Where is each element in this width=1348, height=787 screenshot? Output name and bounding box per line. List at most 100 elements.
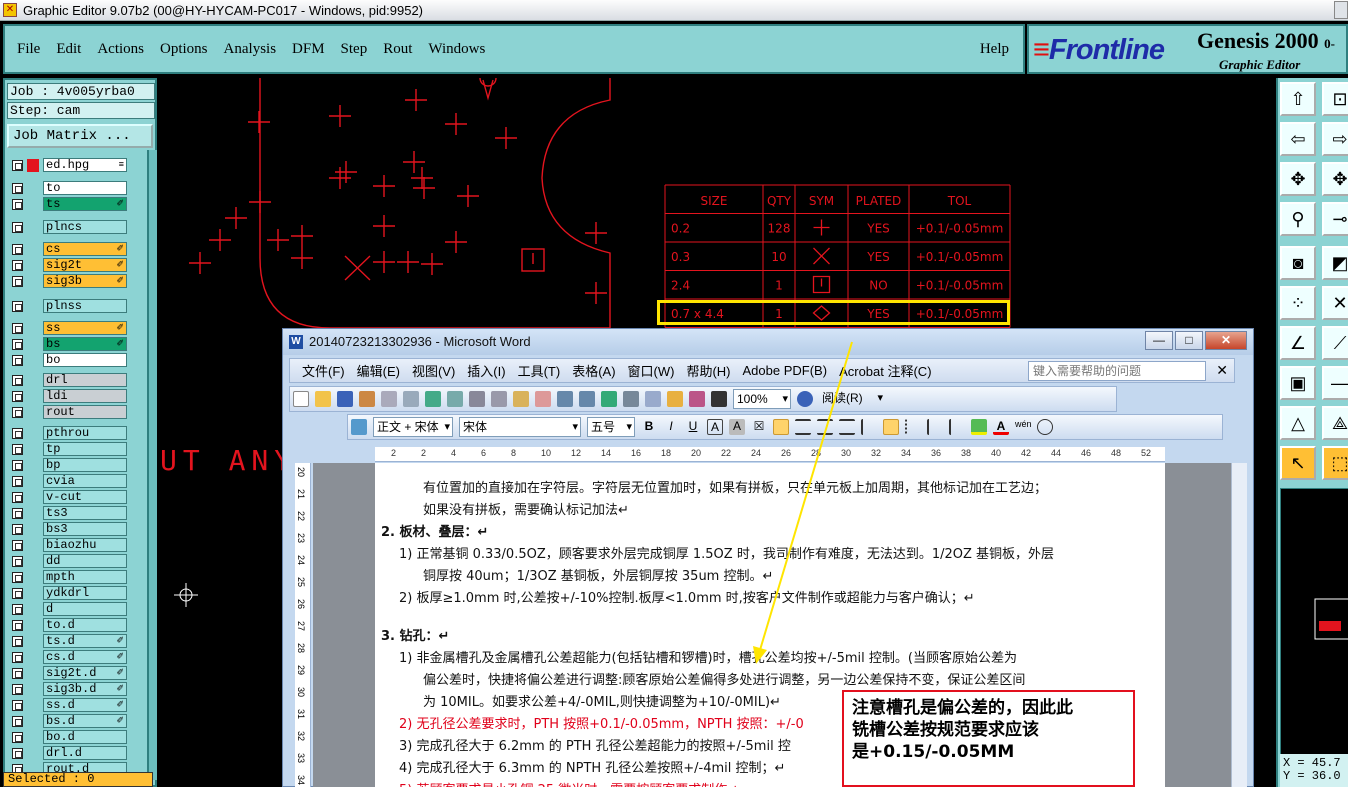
align-left-icon[interactable] [773, 419, 789, 435]
menu-windows[interactable]: Windows [428, 41, 485, 58]
permission-icon[interactable] [359, 391, 375, 407]
word-menu-edit[interactable]: 编辑(E) [357, 361, 400, 380]
layer-row[interactable]: cvia [9, 474, 127, 489]
layer-checkbox[interactable] [12, 339, 23, 350]
preview-icon[interactable] [403, 391, 419, 407]
divider-icon[interactable]: — [1322, 366, 1348, 400]
menu-options[interactable]: Options [160, 41, 208, 58]
layer-checkbox[interactable] [12, 355, 23, 366]
bold-icon[interactable]: B [641, 419, 657, 435]
layer-name[interactable]: cvia [43, 474, 127, 488]
layer-row[interactable]: sig3b.d ✐ [9, 682, 127, 697]
layer-name[interactable]: ts.d ✐ [43, 634, 127, 648]
decrease-indent-icon[interactable] [927, 419, 943, 435]
layer-row[interactable]: bs ✐ [9, 337, 127, 352]
redo-icon[interactable] [579, 391, 595, 407]
layer-checkbox[interactable] [12, 222, 23, 233]
mini-map[interactable] [1280, 488, 1348, 768]
feature-icon[interactable]: ▣ [1280, 366, 1316, 400]
layer-row[interactable]: bs.d ✐ [9, 714, 127, 729]
layer-checkbox[interactable] [12, 508, 23, 519]
layer-row[interactable]: rout [9, 405, 127, 420]
layer-checkbox[interactable] [12, 716, 23, 727]
horizontal-ruler[interactable]: 2 2 4 6 8 10 12 14 16 18 20 22 24 26 28 30 32 34 36 38 40 42 4… [375, 447, 1165, 462]
layer-row[interactable]: to.d [9, 618, 127, 633]
layer-name[interactable]: cs.d ✐ [43, 650, 127, 664]
read-mode-button[interactable]: 阅读(R) [819, 389, 885, 409]
menu-help[interactable]: Help [980, 41, 1009, 58]
layer-checkbox[interactable] [12, 460, 23, 471]
layer-checkbox[interactable] [12, 524, 23, 535]
word-minimize-button[interactable]: — [1145, 331, 1173, 350]
layer-checkbox[interactable] [12, 444, 23, 455]
menu-actions[interactable]: Actions [97, 41, 144, 58]
columns-icon[interactable] [645, 391, 661, 407]
layer-name[interactable]: ss ✐ [43, 321, 127, 335]
layer-row[interactable]: bs3 [9, 522, 127, 537]
layer-row[interactable]: tp [9, 442, 127, 457]
layer-checkbox[interactable] [12, 183, 23, 194]
styles-icon[interactable] [351, 419, 367, 435]
layer-name[interactable]: drl.d [43, 746, 127, 760]
layer-name[interactable]: tp [43, 442, 127, 456]
word-menu-file[interactable]: 文件(F) [302, 361, 345, 380]
layer-row[interactable]: cs ✐ [9, 242, 127, 257]
layer-name[interactable]: ts ✐ [43, 197, 127, 211]
connect-icon[interactable]: ⁘ [1280, 286, 1316, 320]
copy-icon[interactable] [491, 391, 507, 407]
word-doc-close-icon[interactable]: ✕ [1216, 362, 1228, 379]
fit-icon[interactable]: ✥ [1280, 162, 1316, 196]
docmap-icon[interactable] [689, 391, 705, 407]
layer-checkbox[interactable] [12, 199, 23, 210]
layer-checkbox[interactable] [12, 160, 23, 171]
center-icon[interactable]: ✥ [1322, 162, 1348, 196]
layer-name[interactable]: plncs [43, 220, 127, 234]
layer-checkbox[interactable] [12, 407, 23, 418]
layer-checkbox[interactable] [12, 652, 23, 663]
layer-name[interactable]: bs.d ✐ [43, 714, 127, 728]
numbering-icon[interactable] [883, 419, 899, 435]
new-doc-icon[interactable] [293, 391, 309, 407]
style-select[interactable]: 正文 + 宋体 [373, 417, 453, 437]
highlight-icon[interactable] [971, 419, 987, 435]
table-icon[interactable] [623, 391, 639, 407]
layer-panel-scrollbar[interactable] [147, 150, 157, 780]
layer-checkbox[interactable] [12, 604, 23, 615]
layer-name[interactable]: bo [43, 353, 127, 367]
layer-name[interactable]: pthrou [43, 426, 127, 440]
align-center-icon[interactable] [795, 419, 811, 435]
layer-row[interactable]: sig2t.d ✐ [9, 666, 127, 681]
layer-checkbox[interactable] [12, 668, 23, 679]
layer-checkbox[interactable] [12, 301, 23, 312]
layer-row[interactable]: ts ✐ [9, 197, 127, 212]
layer-row[interactable]: to [9, 181, 127, 196]
measure-icon[interactable]: ⚲ [1280, 202, 1316, 236]
select-pointer-icon[interactable]: ↖ [1280, 446, 1316, 480]
menu-step[interactable]: Step [341, 41, 368, 58]
layer-name[interactable]: d [43, 602, 127, 616]
drawing-icon[interactable] [667, 391, 683, 407]
layer-row[interactable]: v-cut [9, 490, 127, 505]
underline-icon[interactable]: U [685, 419, 701, 435]
layer-checkbox[interactable] [12, 748, 23, 759]
word-menu-table[interactable]: 表格(A) [572, 361, 615, 380]
layer-checkbox[interactable] [12, 636, 23, 647]
word-menu-view[interactable]: 视图(V) [412, 361, 455, 380]
show-marks-icon[interactable] [711, 391, 727, 407]
layer-name[interactable]: bs ✐ [43, 337, 127, 351]
layer-row[interactable]: bo.d [9, 730, 127, 745]
layer-row[interactable]: d [9, 602, 127, 617]
layer-name[interactable]: to [43, 181, 127, 195]
snap-icon[interactable]: ⊸ [1322, 202, 1348, 236]
bullets-icon[interactable] [905, 419, 921, 435]
phonetic-icon[interactable]: wén [1015, 419, 1032, 435]
layer-checkbox[interactable] [12, 540, 23, 551]
save-icon[interactable] [337, 391, 353, 407]
layer-checkbox[interactable] [12, 732, 23, 743]
select-box-icon[interactable]: ⬚ [1322, 446, 1348, 480]
print-icon[interactable] [381, 391, 397, 407]
slope-icon[interactable]: ⟋ [1322, 326, 1348, 360]
layer-name[interactable]: sig2t.d ✐ [43, 666, 127, 680]
menu-dfm[interactable]: DFM [292, 41, 325, 58]
layer-name[interactable]: plnss [43, 299, 127, 313]
